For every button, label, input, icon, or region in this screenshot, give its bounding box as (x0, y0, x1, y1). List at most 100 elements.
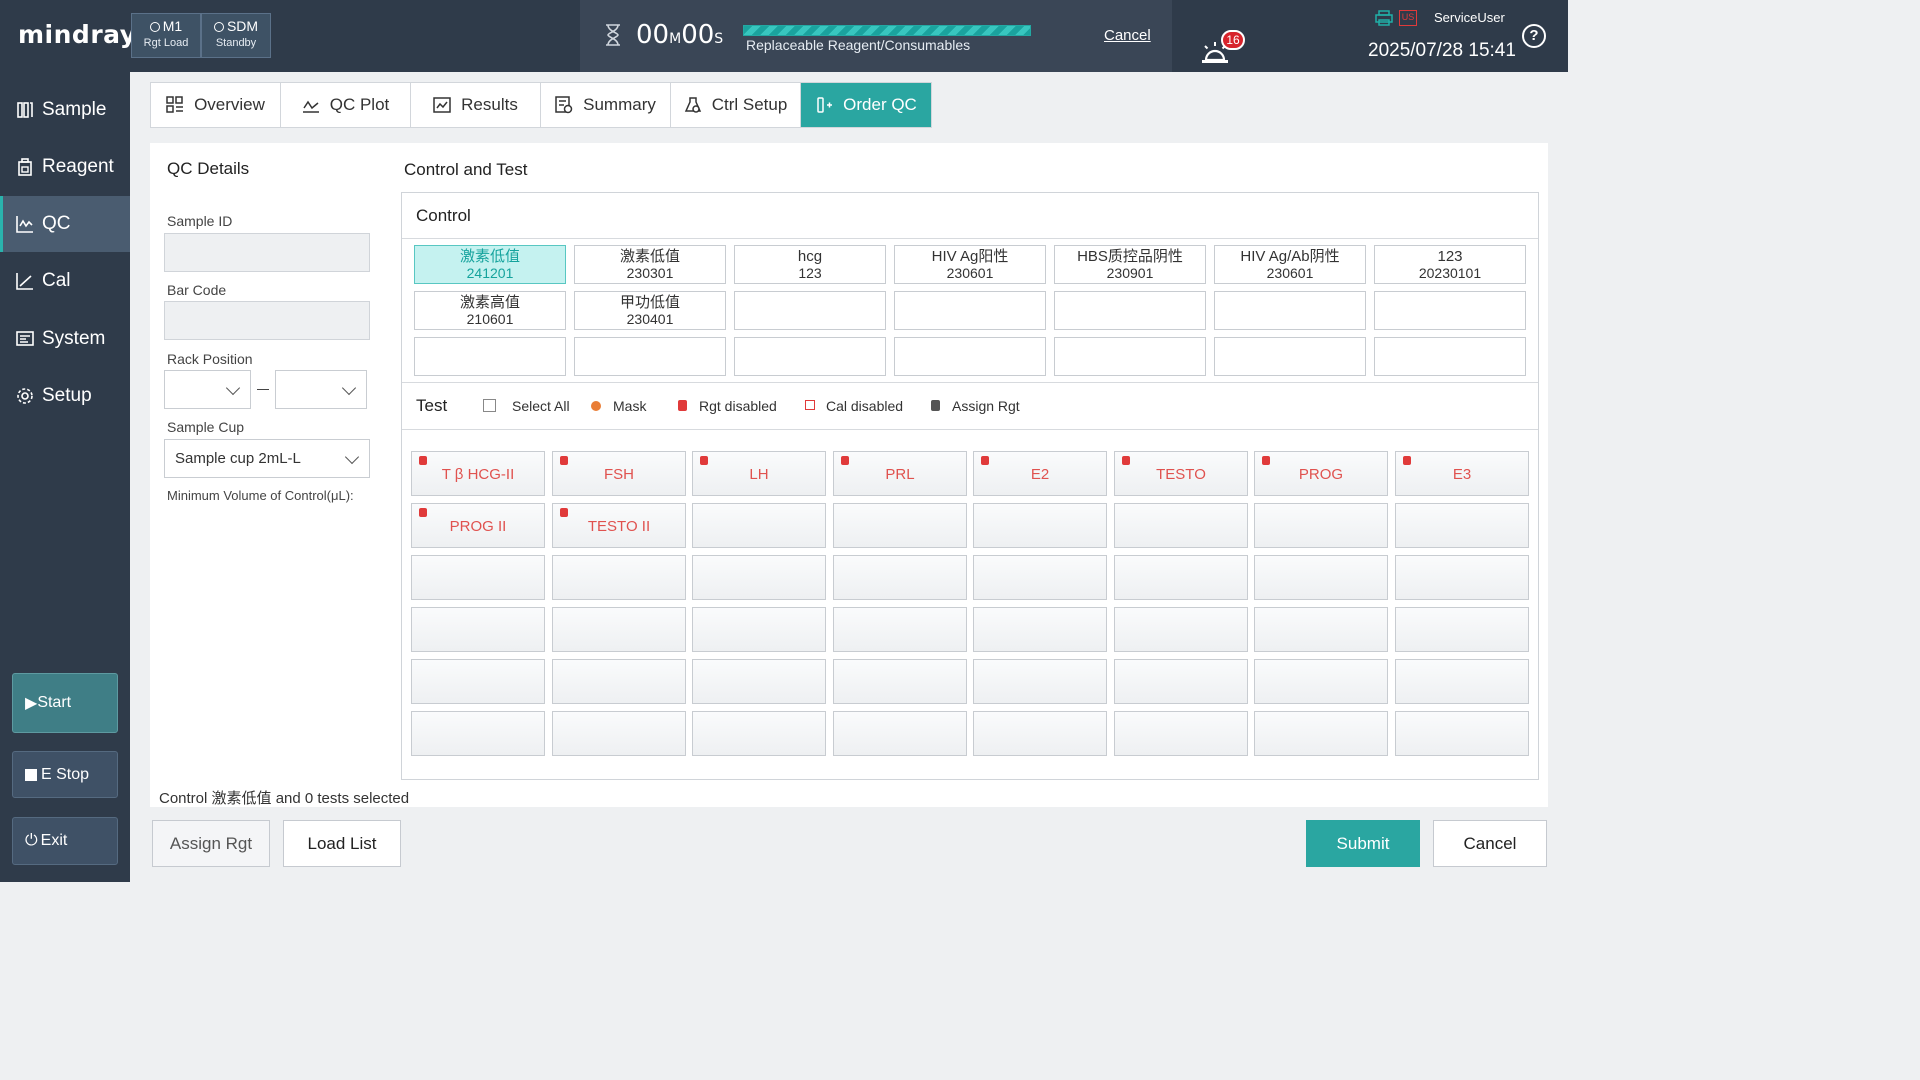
empty-test-cell[interactable] (552, 607, 686, 652)
control-cell[interactable]: 激素高值 210601 (414, 291, 566, 330)
sidebar-item-setup[interactable]: Setup (0, 368, 130, 424)
empty-test-cell[interactable] (833, 711, 967, 756)
empty-control-cell[interactable] (1214, 291, 1366, 330)
cancel-button[interactable]: Cancel (1433, 820, 1547, 867)
empty-test-cell[interactable] (692, 607, 826, 652)
empty-test-cell[interactable] (833, 607, 967, 652)
empty-test-cell[interactable] (411, 555, 545, 600)
empty-test-cell[interactable] (1114, 503, 1248, 548)
empty-test-cell[interactable] (1395, 711, 1529, 756)
test-cell[interactable]: FSH (552, 451, 686, 496)
empty-test-cell[interactable] (1254, 555, 1388, 600)
empty-test-cell[interactable] (552, 711, 686, 756)
empty-test-cell[interactable] (973, 555, 1107, 600)
control-cell[interactable]: 甲功低值 230401 (574, 291, 726, 330)
bar-code-field[interactable] (164, 301, 370, 340)
sample-cup-dropdown[interactable]: Sample cup 2mL-L (164, 439, 370, 478)
empty-test-cell[interactable] (1395, 555, 1529, 600)
module-sdm[interactable]: SDM Standby (201, 13, 271, 58)
empty-control-cell[interactable] (734, 291, 886, 330)
exit-button[interactable]: ⏻ Exit (12, 817, 118, 865)
test-cell[interactable]: TESTO (1114, 451, 1248, 496)
empty-test-cell[interactable] (1395, 659, 1529, 704)
empty-test-cell[interactable] (1395, 503, 1529, 548)
empty-control-cell[interactable] (1054, 291, 1206, 330)
empty-test-cell[interactable] (973, 503, 1107, 548)
empty-test-cell[interactable] (692, 503, 826, 548)
empty-test-cell[interactable] (1254, 607, 1388, 652)
empty-test-cell[interactable] (552, 555, 686, 600)
empty-test-cell[interactable] (973, 659, 1107, 704)
sidebar-item-system[interactable]: System (0, 311, 130, 367)
rack-to-dropdown[interactable] (275, 370, 367, 409)
top-cancel-link[interactable]: Cancel (1104, 27, 1151, 44)
sample-id-field[interactable] (164, 233, 370, 272)
emergency-stop-button[interactable]: E Stop (12, 751, 118, 798)
rack-from-dropdown[interactable] (164, 370, 251, 409)
control-cell[interactable]: HIV Ag/Ab阴性 230601 (1214, 245, 1366, 284)
empty-test-cell[interactable] (1254, 503, 1388, 548)
sidebar-item-qc[interactable]: QC (0, 196, 130, 252)
printer-icon[interactable] (1375, 10, 1393, 26)
empty-test-cell[interactable] (973, 711, 1107, 756)
submit-button[interactable]: Submit (1306, 820, 1420, 867)
test-cell[interactable]: LH (692, 451, 826, 496)
empty-test-cell[interactable] (1114, 607, 1248, 652)
empty-test-cell[interactable] (1254, 659, 1388, 704)
empty-test-cell[interactable] (1114, 555, 1248, 600)
empty-test-cell[interactable] (1395, 607, 1529, 652)
empty-test-cell[interactable] (411, 659, 545, 704)
empty-test-cell[interactable] (411, 711, 545, 756)
empty-test-cell[interactable] (833, 555, 967, 600)
control-cell[interactable]: HIV Ag阳性 230601 (894, 245, 1046, 284)
load-list-button[interactable]: Load List (283, 820, 401, 867)
start-button[interactable]: ▶ Start (12, 673, 118, 733)
control-cell[interactable]: 激素低值 230301 (574, 245, 726, 284)
empty-test-cell[interactable] (1114, 711, 1248, 756)
sidebar-item-sample[interactable]: Sample (0, 82, 130, 138)
empty-control-cell[interactable] (1374, 291, 1526, 330)
assign-rgt-button[interactable]: Assign Rgt (152, 820, 270, 867)
tab-ctrl-setup[interactable]: Ctrl Setup (671, 83, 801, 127)
test-cell[interactable]: T β HCG-II (411, 451, 545, 496)
test-cell[interactable]: E3 (1395, 451, 1529, 496)
empty-control-cell[interactable] (1374, 337, 1526, 376)
empty-control-cell[interactable] (894, 337, 1046, 376)
tab-results[interactable]: Results (411, 83, 541, 127)
control-cell[interactable]: 激素低值 241201 (414, 245, 566, 284)
tab-order-qc[interactable]: Order QC (801, 83, 931, 127)
empty-control-cell[interactable] (1214, 337, 1366, 376)
select-all-checkbox[interactable] (483, 399, 496, 412)
tab-summary[interactable]: Summary (541, 83, 671, 127)
empty-control-cell[interactable] (1054, 337, 1206, 376)
control-cell[interactable]: hcg 123 (734, 245, 886, 284)
test-cell[interactable]: PRL (833, 451, 967, 496)
empty-test-cell[interactable] (552, 659, 686, 704)
help-icon[interactable]: ? (1522, 24, 1546, 48)
empty-control-cell[interactable] (574, 337, 726, 376)
empty-test-cell[interactable] (1114, 659, 1248, 704)
select-all-label[interactable]: Select All (512, 398, 570, 414)
empty-test-cell[interactable] (833, 503, 967, 548)
test-cell[interactable]: TESTO II (552, 503, 686, 548)
test-cell[interactable]: E2 (973, 451, 1107, 496)
empty-control-cell[interactable] (894, 291, 1046, 330)
empty-test-cell[interactable] (692, 555, 826, 600)
empty-test-cell[interactable] (1254, 711, 1388, 756)
control-cell[interactable]: 123 20230101 (1374, 245, 1526, 284)
empty-test-cell[interactable] (833, 659, 967, 704)
module-m1[interactable]: M1 Rgt Load (131, 13, 201, 58)
test-cell[interactable]: PROG (1254, 451, 1388, 496)
empty-test-cell[interactable] (692, 711, 826, 756)
empty-test-cell[interactable] (411, 607, 545, 652)
tab-overview[interactable]: Overview (151, 83, 281, 127)
sidebar-item-cal[interactable]: Cal (0, 253, 130, 309)
empty-test-cell[interactable] (692, 659, 826, 704)
lis-status-icon[interactable]: US (1399, 10, 1417, 26)
empty-control-cell[interactable] (414, 337, 566, 376)
control-cell[interactable]: HBS质控品阴性 230901 (1054, 245, 1206, 284)
empty-test-cell[interactable] (973, 607, 1107, 652)
empty-control-cell[interactable] (734, 337, 886, 376)
tab-qc-plot[interactable]: QC Plot (281, 83, 411, 127)
test-cell[interactable]: PROG II (411, 503, 545, 548)
